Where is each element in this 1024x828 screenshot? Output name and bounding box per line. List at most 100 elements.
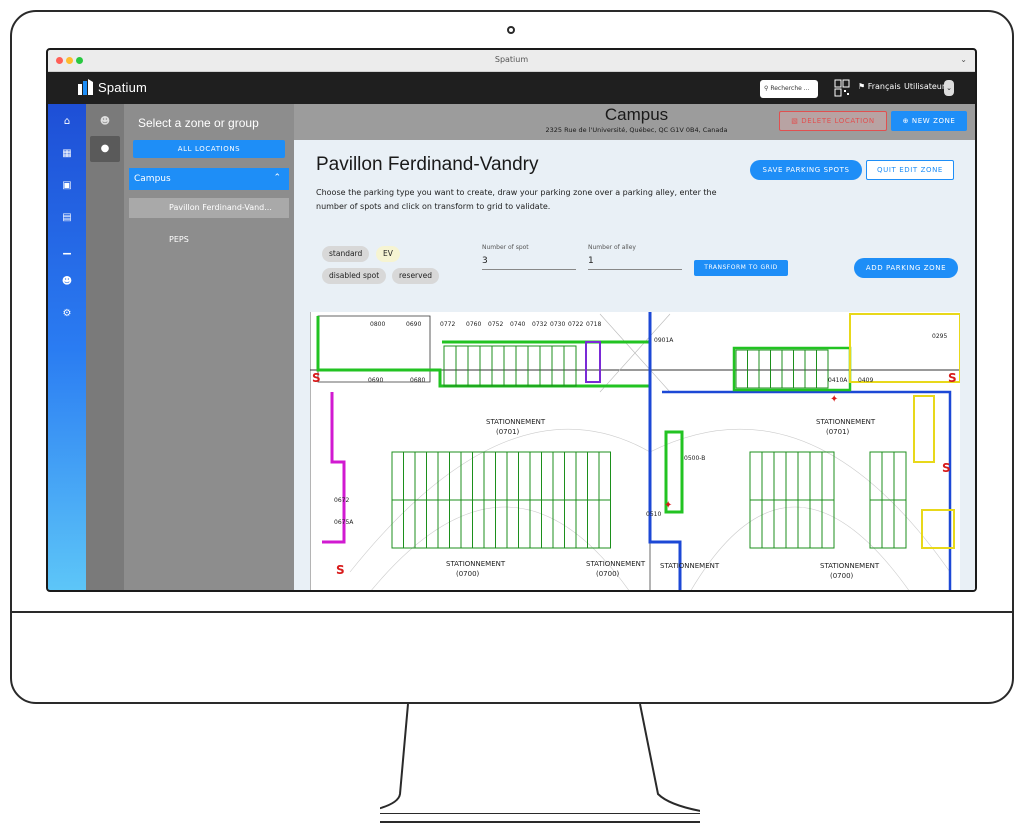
new-zone-button[interactable]: ⊕ NEW ZONE bbox=[891, 111, 967, 131]
svg-text:0690: 0690 bbox=[368, 377, 383, 384]
svg-text:0772: 0772 bbox=[440, 321, 455, 328]
svg-text:(0700): (0700) bbox=[830, 572, 854, 580]
screen: Spatium ⌄ Spatium ⚲ Recherche ... ⚑ Fran… bbox=[46, 48, 977, 592]
svg-text:(0700): (0700) bbox=[456, 570, 480, 578]
flag-icon: ⚑ bbox=[858, 82, 866, 91]
svg-text:S: S bbox=[948, 371, 957, 385]
svg-text:0718: 0718 bbox=[586, 321, 601, 328]
chart-icon[interactable]: ▁ bbox=[61, 244, 73, 256]
plan-label: STATIONNEMENT bbox=[486, 418, 546, 426]
panel-heading: Select a zone or group bbox=[138, 116, 259, 130]
svg-text:✦: ✦ bbox=[830, 394, 838, 405]
transform-to-grid-button[interactable]: TRANSFORM TO GRID bbox=[694, 260, 788, 276]
svg-text:STATIONNEMENT: STATIONNEMENT bbox=[820, 562, 880, 570]
svg-text:S: S bbox=[312, 371, 321, 385]
svg-text:0675A: 0675A bbox=[334, 519, 354, 526]
monitor-chin-line bbox=[10, 611, 1014, 613]
type-chip-reserved[interactable]: reserved bbox=[392, 268, 439, 284]
search-icon: ⚲ bbox=[764, 85, 769, 92]
language-selector[interactable]: ⚑ Français bbox=[858, 82, 901, 91]
building-icon[interactable]: ▣ bbox=[61, 180, 73, 192]
svg-text:STATIONNEMENT: STATIONNEMENT bbox=[660, 562, 720, 570]
new-zone-label: NEW ZONE bbox=[911, 117, 956, 125]
main-area: Campus 2325 Rue de l'Université, Québec,… bbox=[294, 104, 975, 590]
list-item-pavillon[interactable]: Pavillon Ferdinand-Vand... bbox=[129, 198, 289, 218]
svg-text:0680: 0680 bbox=[410, 377, 425, 384]
brand-name: Spatium bbox=[98, 80, 148, 95]
svg-text:0295: 0295 bbox=[932, 333, 947, 340]
calendar-icon[interactable]: ▤ bbox=[61, 212, 73, 224]
all-locations-button[interactable]: ALL LOCATIONS bbox=[133, 140, 285, 158]
window-title: Spatium bbox=[494, 55, 529, 64]
search-placeholder: Recherche ... bbox=[770, 85, 810, 92]
user-menu-label[interactable]: Utilisateur bbox=[904, 82, 945, 91]
svg-text:0410A: 0410A bbox=[828, 377, 848, 384]
user-menu-chevron-icon[interactable]: ⌄ bbox=[944, 80, 954, 96]
floor-plan-canvas[interactable]: STATIONNEMENT (0701) STATIONNEMENT (0701… bbox=[310, 312, 960, 590]
qr-code-icon[interactable] bbox=[834, 79, 850, 97]
spatium-logo-icon bbox=[78, 79, 93, 95]
quit-edit-zone-button[interactable]: QUIT EDIT ZONE bbox=[866, 160, 954, 180]
svg-text:STATIONNEMENT: STATIONNEMENT bbox=[586, 560, 646, 568]
svg-text:0740: 0740 bbox=[510, 321, 525, 328]
svg-text:0800: 0800 bbox=[370, 321, 385, 328]
plan-label: STATIONNEMENT bbox=[816, 418, 876, 426]
alleys-label: Number of alley bbox=[588, 244, 636, 251]
svg-text:(0701): (0701) bbox=[496, 428, 520, 436]
svg-text:S: S bbox=[336, 563, 345, 577]
zone-instructions: Choose the parking type you want to crea… bbox=[316, 188, 717, 211]
location-header: Campus 2325 Rue de l'Université, Québec,… bbox=[294, 104, 975, 140]
map-icon[interactable]: ▦ bbox=[61, 148, 73, 160]
type-chip-standard[interactable]: standard bbox=[322, 246, 370, 262]
svg-text:0732: 0732 bbox=[532, 321, 547, 328]
chevron-down-icon[interactable]: ⌄ bbox=[960, 55, 967, 64]
plus-circle-icon: ⊕ bbox=[902, 117, 910, 125]
delete-location-button[interactable]: ▧ DELETE LOCATION bbox=[779, 111, 887, 131]
app-header: Spatium ⚲ Recherche ... ⚑ Français Utili… bbox=[48, 72, 975, 104]
spots-label: Number of spot bbox=[482, 244, 529, 251]
alleys-input[interactable]: 1 bbox=[588, 254, 682, 270]
add-parking-zone-button[interactable]: ADD PARKING ZONE bbox=[854, 258, 958, 278]
window-titlebar: Spatium ⌄ bbox=[48, 50, 975, 72]
trash-icon: ▧ bbox=[791, 117, 799, 125]
type-chip-disabled[interactable]: disabled spot bbox=[322, 268, 387, 284]
svg-text:0901A: 0901A bbox=[654, 337, 674, 344]
save-parking-spots-button[interactable]: SAVE PARKING SPOTS bbox=[750, 160, 862, 180]
account-icon[interactable]: ☻ bbox=[99, 116, 111, 128]
svg-text:0690: 0690 bbox=[406, 321, 421, 328]
svg-text:(0701): (0701) bbox=[826, 428, 850, 436]
zone-selector-panel: Select a zone or group ALL LOCATIONS Cam… bbox=[124, 104, 294, 590]
svg-text:S: S bbox=[942, 461, 951, 475]
svg-text:STATIONNEMENT: STATIONNEMENT bbox=[446, 560, 506, 568]
main-nav-rail: ⌂ ▦ ▣ ▤ ▁ ☻ ⚙ bbox=[48, 104, 86, 590]
user-icon[interactable]: ☻ bbox=[61, 276, 73, 288]
type-chip-ev[interactable]: EV bbox=[376, 246, 400, 262]
svg-text:0409: 0409 bbox=[858, 377, 873, 384]
location-pin-icon[interactable]: ● bbox=[99, 143, 111, 155]
list-item-label: Campus bbox=[134, 174, 171, 184]
svg-text:0500-B: 0500-B bbox=[684, 455, 705, 462]
spots-input[interactable]: 3 bbox=[482, 254, 576, 270]
zone-title: Pavillon Ferdinand-Vandry bbox=[316, 154, 539, 175]
svg-text:✦: ✦ bbox=[664, 500, 672, 511]
svg-text:0510: 0510 bbox=[646, 511, 661, 518]
zone-editor: Pavillon Ferdinand-Vandry Choose the par… bbox=[294, 140, 975, 590]
svg-text:(0700): (0700) bbox=[596, 570, 620, 578]
svg-text:0722: 0722 bbox=[568, 321, 583, 328]
delete-location-label: DELETE LOCATION bbox=[801, 117, 875, 125]
svg-text:0760: 0760 bbox=[466, 321, 481, 328]
svg-text:0752: 0752 bbox=[488, 321, 503, 328]
home-icon[interactable]: ⌂ bbox=[61, 116, 73, 128]
floor-plan-drawing: STATIONNEMENT (0701) STATIONNEMENT (0701… bbox=[310, 312, 960, 590]
list-item-peps[interactable]: PEPS bbox=[129, 230, 289, 250]
chevron-up-icon[interactable]: ⌃ bbox=[273, 173, 281, 183]
secondary-nav-rail: ☻ ● bbox=[86, 104, 124, 590]
monitor-stand bbox=[380, 704, 700, 823]
list-item-campus[interactable]: Campus ⌃ bbox=[129, 168, 289, 190]
monitor-camera bbox=[507, 26, 515, 34]
language-label: Français bbox=[867, 82, 901, 91]
gear-icon[interactable]: ⚙ bbox=[61, 308, 73, 320]
svg-text:0672: 0672 bbox=[334, 497, 349, 504]
svg-text:0730: 0730 bbox=[550, 321, 565, 328]
search-input[interactable]: ⚲ Recherche ... bbox=[760, 80, 818, 98]
